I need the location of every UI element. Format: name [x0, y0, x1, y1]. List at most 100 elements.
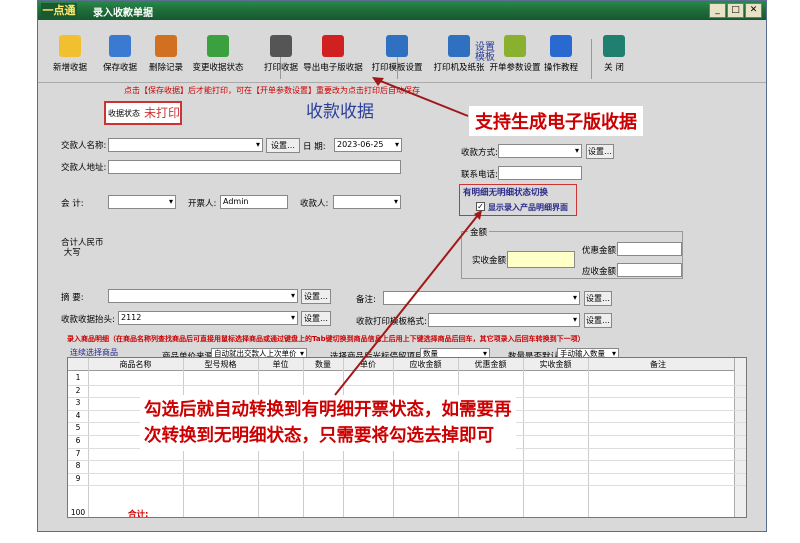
phone-label: 联系电话: — [461, 170, 498, 180]
receivable-label: 应收金额: — [582, 267, 619, 277]
grid-divider — [88, 358, 89, 517]
summary-settings-button[interactable]: 设置… — [301, 289, 331, 304]
grid-column-header[interactable]: 应收金额 — [393, 358, 458, 371]
app-logo: 一点通 — [41, 3, 77, 18]
remark-label: 备注: — [356, 295, 376, 305]
toolbar-button-0[interactable]: 新增收据 — [44, 35, 96, 73]
payment-settings-button[interactable]: 设置… — [586, 144, 614, 159]
grid-row-number: 3 — [75, 398, 81, 408]
grid-column-header[interactable]: 数量 — [303, 358, 343, 371]
window-title: 录入收款单据 — [93, 8, 153, 19]
toolbar-button-3[interactable]: 变更收据状态 — [181, 35, 255, 73]
toolbar-button-label: 打印机及纸张 — [433, 63, 485, 73]
grid-row-number: 1 — [75, 373, 81, 382]
detail-checkbox-label[interactable]: 显示录入产品明细界面 — [488, 202, 568, 213]
grid-row-number: 7 — [75, 448, 81, 458]
issuer-input[interactable]: Admin — [220, 195, 288, 209]
issuer-label: 开票人: — [188, 199, 217, 209]
summary-input[interactable] — [108, 289, 298, 303]
table-row[interactable] — [68, 485, 746, 487]
customer-settings-button[interactable]: 设置… — [266, 138, 300, 153]
toolbar-button-label: 变更收据状态 — [192, 63, 244, 73]
address-label: 交款人地址: — [61, 163, 107, 173]
receipt-status: 收据状态 未打印 — [104, 101, 182, 125]
toolbar-button-label: 保存收据 — [102, 63, 137, 73]
toolbar-button-10[interactable]: 关 闭 — [588, 35, 640, 73]
date-label: 日 期: — [303, 142, 326, 152]
toolbar-icon — [59, 35, 81, 57]
status-value: 未打印 — [144, 106, 181, 120]
remark-input[interactable] — [383, 291, 580, 305]
grid-scrollbar[interactable] — [734, 358, 746, 517]
grid-column-header[interactable]: 单价 — [343, 358, 393, 371]
toolbar-button-5[interactable]: 导出电子版收据 — [296, 35, 370, 73]
grid-row-number: 100 — [70, 508, 86, 517]
toolbar-button-label: 操作教程 — [543, 63, 578, 73]
minimize-button[interactable]: _ — [709, 3, 726, 18]
status-label: 收据状态 — [108, 109, 140, 118]
receipt-header-label: 收款收据抬头: — [61, 315, 115, 325]
template-settings-button[interactable]: 设置… — [584, 313, 612, 328]
date-picker[interactable]: 2023-06-25 — [334, 138, 402, 152]
grid-total-label: 合计: — [128, 510, 149, 518]
amount-group: 金额 实收金额: 优惠金额: 应收金额: — [461, 226, 683, 279]
title-bar: 一点通 录入收款单据 _ □ ✕ — [38, 1, 766, 20]
grid-row-number: 6 — [75, 436, 81, 445]
toolbar-icon — [386, 35, 408, 57]
grid-row-number: 4 — [75, 410, 81, 420]
toolbar-button-label: 新增收据 — [52, 63, 87, 73]
header-settings-button[interactable]: 设置… — [301, 311, 331, 326]
receivable-input[interactable] — [617, 263, 682, 277]
receipt-header-select[interactable]: 2112 — [118, 311, 298, 325]
save-hint: 点击【保存收据】后才能打印，可在【开单参数设置】重要改为点击打印后自动保存 — [124, 86, 420, 95]
table-row[interactable] — [68, 472, 746, 474]
table-row[interactable] — [68, 384, 746, 386]
grid-column-header[interactable]: 实收金额 — [523, 358, 588, 371]
payee-select[interactable] — [333, 195, 401, 209]
grid-column-header[interactable]: 优惠金额 — [458, 358, 523, 371]
customer-name-input[interactable] — [108, 138, 263, 152]
summary-label: 摘 要: — [61, 293, 84, 303]
accountant-select[interactable] — [108, 195, 176, 209]
annotation-bottom-line1: 勾选后就自动转换到有明细开票状态，如需要再 — [144, 400, 512, 420]
toolbar-icon — [270, 35, 292, 57]
toolbar-button-label: 打印收据 — [263, 63, 298, 73]
annotation-bottom: 勾选后就自动转换到有明细开票状态，如需要再 次转换到无明细状态，只需要将勾选去掉… — [140, 395, 516, 451]
toolbar-button-1[interactable]: 保存收据 — [94, 35, 146, 73]
received-amount-label: 实收金额: — [472, 256, 509, 266]
table-row[interactable] — [68, 460, 746, 462]
detail-toggle-title: 有明细无明细状态切换 — [463, 188, 549, 198]
close-window-button[interactable]: ✕ — [745, 3, 762, 18]
grid-column-header[interactable]: 型号规格 — [183, 358, 258, 371]
grid-row-number: 5 — [75, 423, 81, 433]
detail-checkbox[interactable]: ✓ — [476, 202, 485, 211]
toolbar-button-label: 导出电子版收据 — [303, 63, 363, 73]
total-amount-label: 合计人民币 大写 — [61, 238, 104, 258]
grid-divider — [588, 358, 589, 517]
discount-input[interactable] — [617, 242, 682, 256]
toolbar-icon — [109, 35, 131, 57]
amount-group-title: 金额 — [468, 226, 490, 238]
remark-settings-button[interactable]: 设置… — [584, 291, 612, 306]
grid-column-header[interactable]: 商品名称 — [88, 358, 183, 371]
grid-column-header[interactable]: 单位 — [258, 358, 303, 371]
discount-label: 优惠金额: — [582, 246, 619, 256]
grid-row-number: 2 — [75, 385, 81, 395]
print-template-select[interactable] — [428, 313, 580, 327]
toolbar-button-label: 打印模板设置 — [371, 63, 423, 73]
payment-method-select[interactable] — [498, 144, 582, 158]
toolbar-icon — [155, 35, 177, 57]
phone-input[interactable] — [498, 166, 582, 180]
grid-row-number: 8 — [75, 461, 81, 471]
maximize-button[interactable]: □ — [727, 3, 744, 18]
customer-name-label: 交款人名称: — [61, 141, 107, 151]
toolbar-button-9[interactable]: 操作教程 — [535, 35, 587, 73]
payee-label: 收款人: — [300, 199, 329, 209]
payment-method-label: 收款方式: — [461, 148, 498, 158]
address-input[interactable] — [108, 160, 401, 174]
received-amount-input[interactable] — [507, 251, 575, 268]
grid-column-header[interactable]: 备注 — [588, 358, 728, 371]
toolbar-button-label: 开单参数设置 — [489, 63, 541, 73]
print-template-label: 收款打印模板格式: — [356, 317, 427, 327]
grid-row-number: 9 — [75, 473, 81, 483]
